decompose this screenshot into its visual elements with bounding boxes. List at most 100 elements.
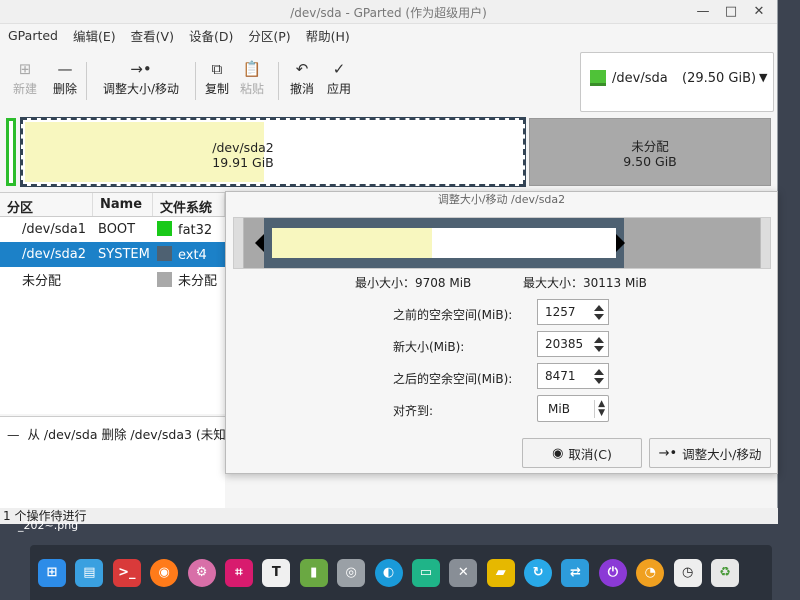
resize-move-button[interactable]: →• 调整大小/移动 bbox=[93, 54, 189, 108]
free-after-label: 之后的空余空间(MiB): bbox=[393, 372, 513, 386]
table-row[interactable]: /dev/sda2 SYSTEM ext4 bbox=[0, 242, 225, 267]
apply-label: 应用 bbox=[326, 82, 351, 96]
menu-view[interactable]: 查看(V) bbox=[123, 26, 181, 45]
delete-button[interactable]: — 删除 bbox=[50, 54, 80, 108]
browser-icon[interactable]: ◐ bbox=[374, 558, 403, 587]
column-header-filesystem[interactable]: 文件系统 bbox=[153, 193, 225, 216]
device-selector[interactable]: /dev/sda (29.50 GiB) ▼ bbox=[580, 52, 774, 112]
resize-icon: →• bbox=[658, 445, 678, 461]
resize-graphic bbox=[233, 217, 771, 269]
table-row[interactable]: 未分配 未分配 bbox=[0, 267, 225, 292]
maximize-button[interactable]: □ bbox=[722, 3, 740, 21]
fs-cell: fat32 bbox=[178, 223, 213, 238]
pending-operations-list: — 从 /dev/sda 删除 /dev/sda3 (未知 bbox=[0, 416, 225, 508]
copy-icon: ⧉ bbox=[211, 60, 223, 78]
launcher-icon[interactable]: ⊞ bbox=[38, 558, 66, 587]
clock-icon[interactable]: ◷ bbox=[673, 558, 702, 587]
partition-cell: /dev/sda1 bbox=[22, 222, 86, 237]
trash-icon[interactable]: ♻ bbox=[711, 558, 740, 587]
resize-icon: →• bbox=[130, 60, 152, 78]
spin-down-icon[interactable] bbox=[594, 378, 604, 384]
archive-icon[interactable]: ▮ bbox=[299, 558, 328, 587]
usb-icon[interactable]: ▰ bbox=[486, 558, 515, 587]
settings-icon[interactable]: ⚙ bbox=[187, 558, 216, 587]
partition-block-sda2[interactable]: /dev/sda2 19.91 GiB bbox=[20, 117, 526, 187]
column-header-partition[interactable]: 分区 bbox=[0, 193, 93, 216]
new-size-value: 20385 bbox=[545, 337, 584, 351]
undo-label: 撤消 bbox=[289, 82, 314, 96]
name-cell: SYSTEM bbox=[98, 247, 150, 262]
unallocated-size: 9.50 GiB bbox=[623, 154, 677, 169]
spin-up-icon[interactable] bbox=[594, 337, 604, 343]
column-header-name[interactable]: Name bbox=[93, 193, 153, 216]
update-icon[interactable]: ◔ bbox=[636, 558, 665, 587]
resize-move-confirm-button[interactable]: →• 调整大小/移动 bbox=[649, 438, 771, 468]
tools-icon[interactable]: ✕ bbox=[449, 558, 478, 587]
fs-color-swatch bbox=[157, 272, 172, 287]
file-manager-icon[interactable]: ▤ bbox=[75, 558, 104, 587]
menu-bar: GParted 编辑(E) 查看(V) 设备(D) 分区(P) 帮助(H) bbox=[0, 24, 777, 46]
cancel-label: 取消(C) bbox=[568, 446, 612, 462]
delete-icon: — bbox=[57, 60, 73, 78]
paste-button[interactable]: 📋 粘贴 bbox=[232, 54, 272, 108]
firefox-icon[interactable]: ◉ bbox=[150, 558, 179, 587]
remote-icon[interactable]: ⇄ bbox=[561, 558, 590, 587]
toolbar-separator bbox=[278, 62, 279, 100]
close-button[interactable]: ✕ bbox=[750, 3, 768, 21]
unallocated-name: 未分配 bbox=[631, 139, 669, 154]
terminal-icon[interactable]: >_ bbox=[112, 558, 141, 587]
system-monitor-icon[interactable]: ▭ bbox=[411, 558, 440, 587]
cancel-button[interactable]: ◉ 取消(C) bbox=[522, 438, 642, 468]
menu-gparted[interactable]: GParted bbox=[0, 28, 65, 43]
paste-icon: 📋 bbox=[242, 60, 262, 78]
align-select[interactable]: MiB ▲ ▼ bbox=[537, 395, 609, 422]
new-label: 新建 bbox=[12, 82, 37, 96]
dialog-title: 调整大小/移动 /dev/sda2 bbox=[437, 193, 566, 206]
resize-graphic-left-edge bbox=[234, 218, 244, 268]
partition-block-unallocated[interactable]: 未分配 9.50 GiB bbox=[529, 118, 771, 186]
copy-button[interactable]: ⧉ 复制 bbox=[202, 54, 232, 108]
copy-label: 复制 bbox=[204, 82, 229, 96]
free-after-spinner[interactable]: 8471 bbox=[537, 363, 609, 389]
left-resize-handle-icon[interactable] bbox=[255, 234, 264, 252]
minimize-button[interactable]: — bbox=[694, 3, 712, 21]
align-value: MiB bbox=[548, 402, 570, 416]
resize-move-dialog: 调整大小/移动 /dev/sda2 最小大小：9708 MiB 最大大小：301… bbox=[225, 191, 778, 474]
apply-button[interactable]: ✓ 应用 bbox=[319, 54, 359, 108]
spin-down-icon[interactable] bbox=[594, 314, 604, 320]
disk-graphic: /dev/sda2 19.91 GiB 未分配 9.50 GiB bbox=[0, 114, 778, 188]
spin-up-icon[interactable] bbox=[594, 369, 604, 375]
new-size-spinner[interactable]: 20385 bbox=[537, 331, 609, 357]
fs-cell: ext4 bbox=[178, 248, 207, 263]
cancel-icon: ◉ bbox=[552, 445, 564, 461]
new-button[interactable]: ⊞ 新建 bbox=[0, 54, 50, 108]
spin-up-icon[interactable] bbox=[594, 305, 604, 311]
dock: ⊞ ▤ >_ ◉ ⚙ ⌗ T ▮ ◎ ◐ ▭ ✕ ▰ ↻ ⇄ ⏻ ◔ ◷ ♻ bbox=[30, 545, 772, 600]
disk-icon[interactable]: ◎ bbox=[337, 558, 366, 587]
power-icon[interactable]: ⏻ bbox=[598, 558, 627, 587]
operation-item[interactable]: — 从 /dev/sda 删除 /dev/sda3 (未知 bbox=[7, 424, 225, 443]
refresh-icon[interactable]: ↻ bbox=[524, 558, 553, 587]
desktop-file-label[interactable]: _202~.png bbox=[18, 519, 78, 532]
table-row[interactable]: /dev/sda1 BOOT fat32 bbox=[0, 217, 225, 242]
free-before-spinner[interactable]: 1257 bbox=[537, 299, 609, 325]
confirm-label: 调整大小/移动 bbox=[682, 446, 762, 462]
undo-button[interactable]: ↶ 撤消 bbox=[285, 54, 319, 108]
text-editor-icon[interactable]: T bbox=[262, 558, 291, 587]
menu-partition[interactable]: 分区(P) bbox=[240, 26, 297, 45]
right-resize-handle-icon[interactable] bbox=[616, 234, 625, 252]
device-name: /dev/sda bbox=[612, 71, 668, 86]
new-size-label: 新大小(MiB): bbox=[393, 340, 465, 354]
screenshot-icon[interactable]: ⌗ bbox=[224, 558, 253, 587]
fs-color-swatch bbox=[157, 246, 172, 261]
partition-cell: 未分配 bbox=[22, 274, 62, 289]
free-before-label: 之前的空余空间(MiB): bbox=[393, 308, 513, 322]
spin-down-icon[interactable] bbox=[594, 346, 604, 352]
menu-device[interactable]: 设备(D) bbox=[181, 26, 240, 45]
menu-help[interactable]: 帮助(H) bbox=[298, 26, 357, 45]
partition-resize-frame[interactable] bbox=[264, 218, 624, 268]
status-bar: 1 个操作待进行 bbox=[0, 508, 778, 524]
menu-edit[interactable]: 编辑(E) bbox=[65, 26, 123, 45]
fs-cell: 未分配 bbox=[178, 274, 218, 289]
max-size-label: 最大大小：30113 MiB bbox=[523, 276, 647, 290]
